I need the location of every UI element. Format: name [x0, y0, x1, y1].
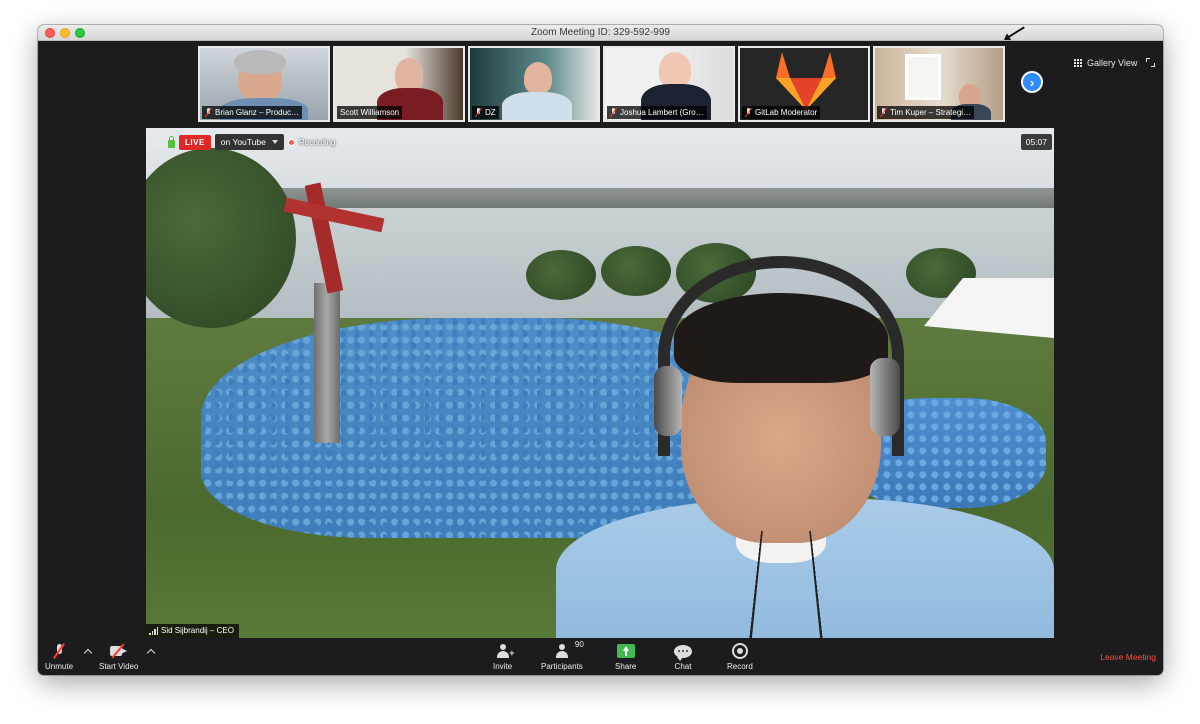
speaker-name-label: Sid Sijbrandij – CEO [146, 624, 239, 638]
participant-tile[interactable]: DZ [468, 46, 600, 122]
video-options-chevron-icon[interactable] [146, 648, 156, 658]
meeting-controls: Unmute Start Video + Invite 90 Participa… [38, 638, 1163, 675]
live-destination-dropdown[interactable]: on YouTube [214, 134, 284, 150]
live-destination-label: on YouTube [220, 137, 266, 147]
info-icon[interactable]: i [154, 137, 164, 147]
participant-name-label: GitLab Moderator [742, 106, 821, 119]
share-button[interactable]: Share [615, 642, 636, 671]
start-video-button[interactable]: Start Video [99, 642, 138, 671]
chat-icon [674, 644, 692, 661]
mic-muted-icon [880, 108, 887, 117]
participants-button[interactable]: 90 Participants [541, 640, 584, 671]
invite-icon: + [496, 644, 515, 658]
leave-meeting-button[interactable]: Leave Meeting [1100, 652, 1156, 662]
mic-muted-icon [745, 108, 752, 117]
grid-icon [1074, 59, 1082, 67]
invite-button[interactable]: + Invite [493, 642, 515, 671]
record-dot-icon [288, 139, 295, 146]
thumbnail-row: Brian Glanz – Produc… Scott Williamson D… [198, 46, 1005, 122]
participant-tile[interactable]: Brian Glanz – Produc… [198, 46, 330, 122]
lock-icon[interactable] [168, 135, 175, 148]
mic-muted-icon [475, 108, 482, 117]
zoom-window: Zoom Meeting ID: 329-592-999 Brian Glanz… [38, 25, 1163, 675]
participant-name-label: DZ [472, 106, 499, 119]
signal-strength-icon [149, 627, 158, 635]
mic-muted-icon [54, 644, 64, 658]
recording-label: Recording [299, 138, 336, 147]
video-off-icon [109, 643, 128, 659]
mic-muted-icon [205, 108, 212, 117]
participants-count: 90 [574, 640, 584, 649]
title-bar: Zoom Meeting ID: 329-592-999 [38, 25, 1163, 41]
chevron-down-icon [271, 140, 278, 144]
participant-name-label: Scott Williamson [337, 106, 403, 119]
participant-name-label: Joshua Lambert (Gro… [607, 106, 707, 119]
next-page-arrow-icon[interactable]: › [1021, 71, 1043, 93]
window-title: Zoom Meeting ID: 329-592-999 [531, 27, 670, 38]
chat-button[interactable]: Chat [674, 642, 692, 671]
participant-tile[interactable]: Joshua Lambert (Gro… [603, 46, 735, 122]
participant-tile[interactable]: Scott Williamson [333, 46, 465, 122]
gitlab-logo [776, 52, 836, 110]
participant-strip: Brian Glanz – Produc… Scott Williamson D… [38, 41, 1163, 127]
participants-icon [555, 644, 569, 658]
mic-muted-icon [610, 108, 617, 117]
live-badge: LIVE [179, 134, 211, 150]
gallery-view-label: Gallery View [1087, 58, 1138, 68]
active-speaker-video: i LIVE on YouTube Recording 05:07 Sid Si… [146, 128, 1054, 638]
fullscreen-icon[interactable] [1146, 58, 1155, 67]
live-stream-controls: i LIVE on YouTube [154, 134, 284, 150]
participant-tile[interactable]: Tim Kuper – Strategi… [873, 46, 1005, 122]
meeting-timer: 05:07 [1020, 134, 1052, 150]
unmute-button[interactable]: Unmute [45, 642, 73, 671]
participant-tile[interactable]: GitLab Moderator [738, 46, 870, 122]
audio-options-chevron-icon[interactable] [83, 648, 93, 658]
participant-name-label: Brian Glanz – Produc… [202, 106, 303, 119]
recording-indicator: Recording [288, 138, 335, 147]
record-button[interactable]: Record [727, 642, 753, 671]
gallery-view-button[interactable]: Gallery View [1074, 58, 1137, 68]
share-screen-icon [616, 644, 635, 658]
record-icon [731, 643, 748, 659]
participant-name-label: Tim Kuper – Strategi… [877, 106, 975, 119]
